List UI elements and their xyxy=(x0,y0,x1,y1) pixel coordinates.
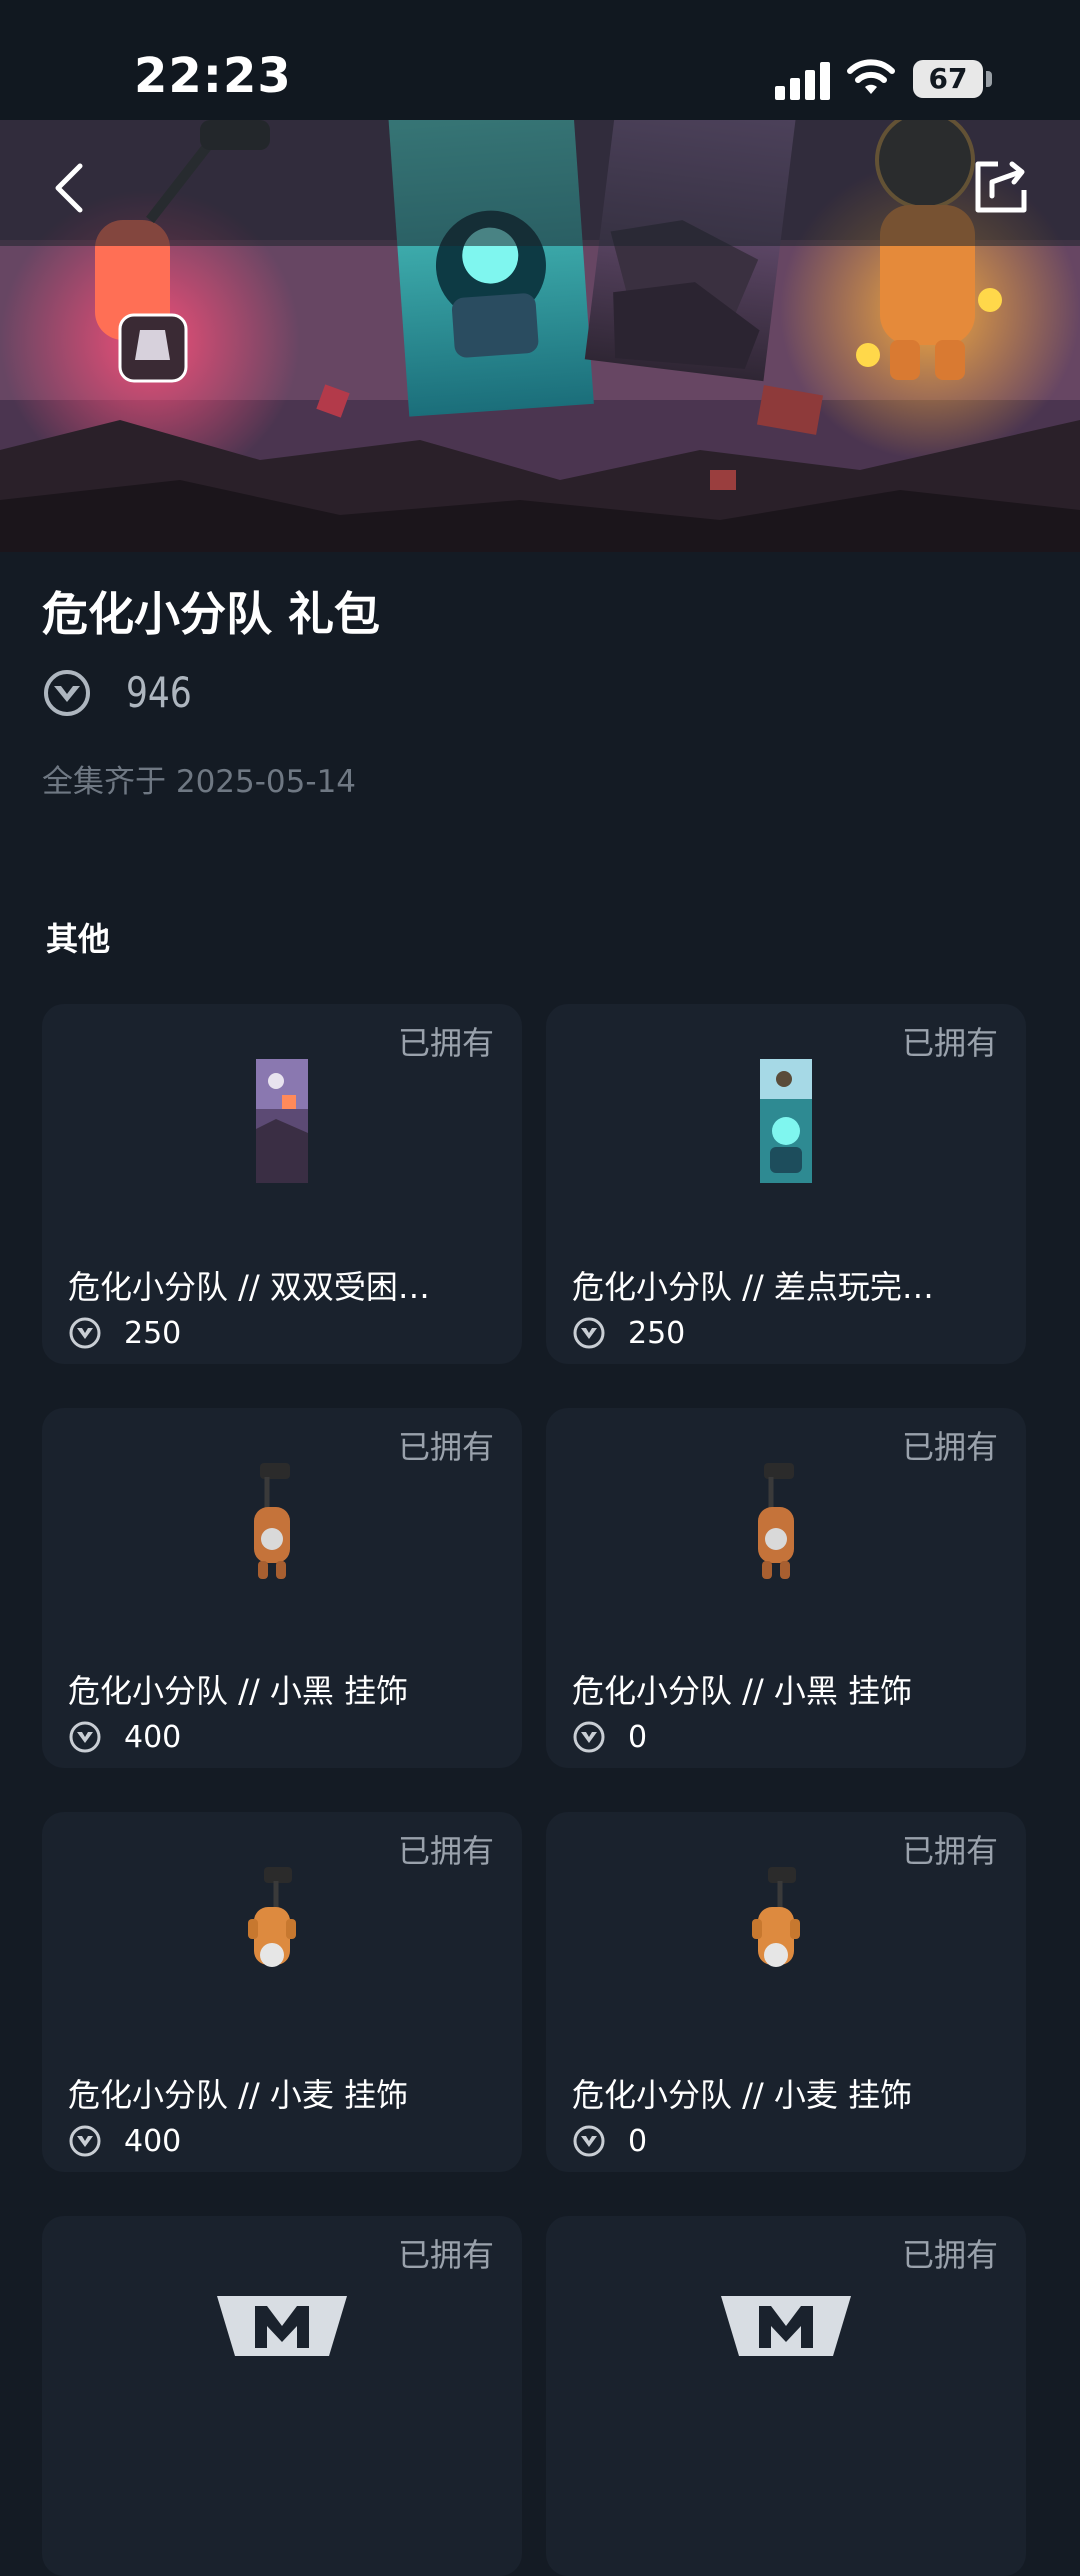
item-card[interactable]: 已拥有 危化小分队 // 小麦 挂饰 0 xyxy=(546,1812,1026,2172)
valorant-points-icon xyxy=(573,1721,605,1753)
item-name: 危化小分队 // 小麦 挂饰 xyxy=(68,2076,409,2114)
battery-tip xyxy=(986,71,992,87)
gun-buddy-thumbnail xyxy=(254,1463,290,1579)
item-card[interactable]: 已拥有 危化小分队 // 小麦 挂饰 400 xyxy=(42,1812,522,2172)
share-icon[interactable] xyxy=(964,150,1038,224)
owned-badge: 已拥有 xyxy=(397,1024,494,1062)
valorant-points-icon xyxy=(44,670,90,716)
item-card[interactable]: 已拥有 危化小分队 // 小黑 挂饰 0 xyxy=(546,1408,1026,1768)
cellular-signal-icon xyxy=(775,58,831,100)
owned-badge: 已拥有 xyxy=(397,1832,494,1870)
valorant-points-icon xyxy=(69,2125,101,2157)
owned-badge: 已拥有 xyxy=(901,1024,998,1062)
valorant-points-icon xyxy=(69,1317,101,1349)
status-time: 22:23 xyxy=(134,48,292,104)
battery-level: 67 xyxy=(928,62,968,95)
item-card[interactable]: 已拥有 xyxy=(42,2216,522,2576)
gun-buddy-thumbnail xyxy=(248,1867,296,1967)
bundle-price-value: 946 xyxy=(126,668,192,717)
item-card[interactable]: 已拥有 危化小分队 // 双双受困… 250 xyxy=(42,1004,522,1364)
item-price-value: 400 xyxy=(124,1720,182,1755)
item-card[interactable]: 已拥有 危化小分队 // 小黑 挂饰 400 xyxy=(42,1408,522,1768)
item-price-value: 250 xyxy=(124,1316,182,1351)
item-name: 危化小分队 // 小黑 挂饰 xyxy=(572,1672,913,1710)
valorant-points-icon xyxy=(69,1721,101,1753)
item-price-value: 0 xyxy=(628,2124,648,2159)
owned-badge: 已拥有 xyxy=(397,2236,494,2274)
player-card-thumbnail xyxy=(256,1059,308,1183)
item-name: 危化小分队 // 小麦 挂饰 xyxy=(572,2076,913,2114)
owned-badge: 已拥有 xyxy=(901,2236,998,2274)
item-price-value: 250 xyxy=(628,1316,686,1351)
spray-thumbnail xyxy=(217,2296,347,2356)
bundle-banner xyxy=(0,120,1080,552)
player-card-thumbnail xyxy=(760,1059,812,1183)
spray-thumbnail xyxy=(721,2296,851,2356)
section-title: 其他 xyxy=(46,920,111,958)
bundle-title: 危化小分队 礼包 xyxy=(42,587,381,641)
owned-badge: 已拥有 xyxy=(397,1428,494,1466)
item-name: 危化小分队 // 小黑 挂饰 xyxy=(68,1672,409,1710)
completion-date: 全集齐于 2025-05-14 xyxy=(42,764,357,800)
item-card[interactable]: 已拥有 xyxy=(546,2216,1026,2576)
chevron-left-icon[interactable] xyxy=(36,150,110,224)
valorant-points-icon xyxy=(573,2125,605,2157)
item-name: 危化小分队 // 双双受困… xyxy=(68,1268,430,1306)
owned-badge: 已拥有 xyxy=(901,1428,998,1466)
gun-buddy-thumbnail xyxy=(752,1867,800,1967)
item-price-value: 0 xyxy=(628,1720,648,1755)
battery-icon: 67 xyxy=(913,60,983,98)
banner-toolbar-band xyxy=(0,120,1080,246)
owned-badge: 已拥有 xyxy=(901,1832,998,1870)
item-price-value: 400 xyxy=(124,2124,182,2159)
status-bar: 22:23 67 xyxy=(0,0,1080,120)
wifi-icon xyxy=(847,59,895,94)
valorant-points-icon xyxy=(573,1317,605,1349)
gun-buddy-thumbnail xyxy=(758,1463,794,1579)
item-card[interactable]: 已拥有 危化小分队 // 差点玩完… 250 xyxy=(546,1004,1026,1364)
item-name: 危化小分队 // 差点玩完… xyxy=(572,1268,934,1306)
